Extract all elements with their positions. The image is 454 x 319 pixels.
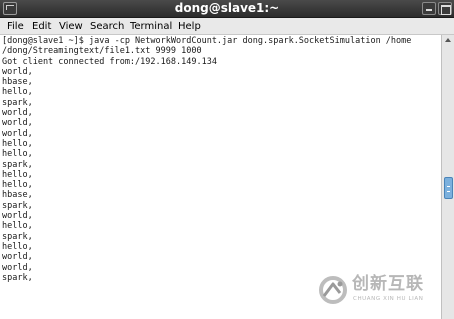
watermark-name-cn: 创新互联	[352, 274, 424, 294]
window-title: dong@slave1:~	[174, 1, 280, 15]
minimize-icon[interactable]	[422, 2, 436, 15]
terminal-line: hello,	[2, 241, 33, 252]
terminal-line: hello,	[2, 149, 33, 160]
terminal-line: world,	[2, 118, 33, 129]
terminal-line: [dong@slave1 ~]$ java -cp NetworkWordCou…	[2, 36, 412, 46]
terminal-line: world,	[2, 108, 33, 119]
terminal-line: hello,	[2, 180, 33, 191]
terminal-line: world,	[2, 66, 33, 77]
watermark-logo: 创新互联 CHUANG XIN HU LIAN	[318, 272, 448, 310]
menu-search[interactable]: Search	[90, 20, 124, 33]
terminal-line: spark,	[2, 200, 33, 211]
terminal-line: world,	[2, 252, 33, 263]
watermark-name-en: CHUANG XIN HU LIAN	[353, 296, 424, 302]
brand-logo-icon	[319, 276, 347, 304]
maximize-icon[interactable]	[438, 2, 452, 15]
terminal-line: world,	[2, 128, 33, 139]
terminal-line: hello,	[2, 221, 33, 232]
menu-help[interactable]: Help	[178, 20, 201, 33]
terminal-line: /dong/Streamingtext/file1.txt 9999 1000	[2, 46, 202, 57]
menu-terminal[interactable]: Terminal	[130, 20, 172, 33]
terminal-line: Got client connected from:/192.168.149.1…	[2, 56, 217, 67]
title-bar[interactable]: dong@slave1:~	[0, 0, 454, 18]
terminal-line: hbase,	[2, 190, 33, 201]
terminal-line: hbase,	[2, 77, 33, 88]
menu-edit[interactable]: Edit	[32, 20, 51, 33]
terminal-line: hello,	[2, 87, 33, 98]
terminal-line: hello,	[2, 138, 33, 149]
terminal-line: spark,	[2, 97, 33, 108]
menu-file[interactable]: File	[7, 20, 24, 33]
menu-bar: File Edit View Search Terminal Help	[0, 18, 454, 35]
scroll-up-icon[interactable]	[445, 38, 451, 42]
terminal-line: spark,	[2, 159, 33, 170]
terminal-line: world,	[2, 211, 33, 222]
terminal-line: spark,	[2, 231, 33, 242]
scrollbar-thumb[interactable]	[444, 177, 453, 199]
terminal-line: hello,	[2, 169, 33, 180]
menu-view[interactable]: View	[59, 20, 83, 33]
